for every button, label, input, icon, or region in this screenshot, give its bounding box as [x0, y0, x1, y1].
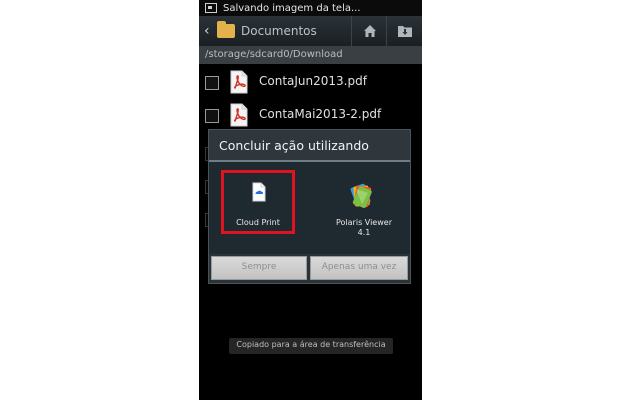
home-button[interactable] — [351, 16, 386, 46]
file-checkbox[interactable] — [205, 76, 219, 90]
file-name: ContaJun2013.pdf — [259, 74, 367, 88]
pdf-icon — [230, 70, 248, 94]
dialog-title: Concluir ação utilizando — [219, 138, 369, 153]
file-name: ContaMai2013-2.pdf — [259, 107, 382, 121]
always-button[interactable]: Sempre — [211, 256, 307, 280]
status-notification-text: Salvando imagem da tela... — [223, 2, 361, 14]
complete-action-dialog: Concluir ação utilizando Cloud Print Pol… — [209, 130, 410, 283]
toast-text: Copiado para a área de transferência — [236, 340, 386, 349]
dialog-buttons: Sempre Apenas uma vez — [209, 254, 410, 283]
phone-screen: Salvando imagem da tela... ‹ Documentos … — [199, 0, 422, 400]
path-text: /storage/sdcard0/Download — [205, 49, 343, 60]
back-icon[interactable]: ‹ — [204, 24, 214, 38]
status-bar: Salvando imagem da tela... — [199, 0, 422, 16]
download-folder-icon — [398, 26, 412, 37]
just-once-button-label: Apenas uma vez — [321, 262, 397, 272]
action-bar: ‹ Documentos — [199, 16, 422, 46]
folder-icon — [217, 21, 235, 38]
app-chooser-grid: Cloud Print Polaris Viewer 4.1 — [209, 162, 410, 254]
path-bar: /storage/sdcard0/Download — [199, 46, 422, 64]
app-option-polaris-viewer[interactable]: Polaris Viewer 4.1 — [320, 170, 408, 250]
screenshot-notification-icon — [205, 3, 217, 13]
app-label: Cloud Print — [236, 218, 280, 227]
app-option-cloud-print[interactable]: Cloud Print — [221, 170, 309, 250]
toast-message: Copiado para a área de transferência — [229, 338, 393, 354]
page-title[interactable]: Documentos — [241, 24, 317, 38]
file-checkbox[interactable] — [205, 109, 219, 123]
cloud-print-icon — [252, 182, 266, 202]
always-button-label: Sempre — [241, 262, 277, 272]
app-label: Polaris Viewer 4.1 — [336, 218, 392, 237]
just-once-button[interactable]: Apenas uma vez — [310, 256, 408, 280]
download-folder-button[interactable] — [386, 16, 422, 46]
polaris-viewer-icon — [350, 183, 372, 208]
pdf-icon — [230, 103, 248, 127]
dialog-title-bar: Concluir ação utilizando — [209, 130, 410, 160]
home-icon — [364, 25, 376, 37]
